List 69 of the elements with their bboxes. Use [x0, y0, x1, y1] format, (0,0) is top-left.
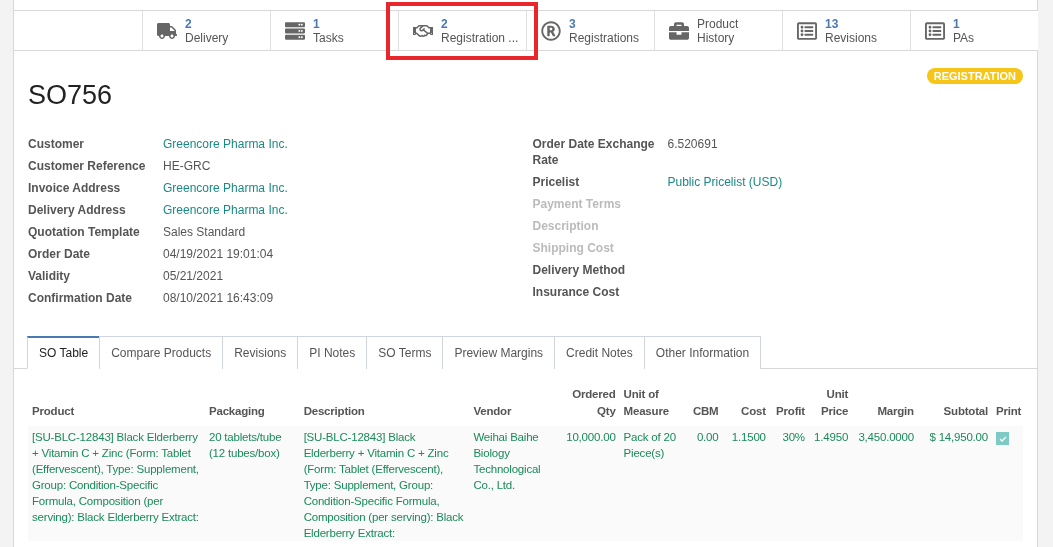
- field-label: Delivery Address: [28, 202, 127, 218]
- check-icon: [998, 434, 1007, 443]
- field-value: HE-GRC: [163, 158, 212, 174]
- tab[interactable]: Credit Notes: [554, 336, 645, 369]
- column-header: CBM: [685, 383, 723, 426]
- column-header: Product: [28, 383, 205, 426]
- field-label: Order Date: [28, 246, 92, 262]
- column-header: Subtotal: [917, 383, 992, 426]
- table-cell: Pack of 20 Piece(s): [619, 426, 686, 541]
- column-header: Cost: [722, 383, 770, 426]
- briefcase-icon: [669, 20, 689, 41]
- field-value: 6.520691: [667, 136, 719, 153]
- column-header: Description: [299, 383, 470, 426]
- table-cell: 0.00: [685, 426, 723, 541]
- field-value: 08/10/2021 16:43:09: [163, 290, 275, 306]
- truck-icon: [157, 20, 177, 41]
- column-header: Unit Price: [808, 383, 853, 426]
- field-label: Validity: [28, 268, 72, 284]
- field-label: Description: [532, 218, 600, 234]
- field-link[interactable]: Public Pricelist (USD): [667, 174, 1023, 190]
- field-value: 05/21/2021: [163, 268, 225, 284]
- registered-icon: [541, 20, 561, 41]
- server-icon: [285, 20, 305, 41]
- table-cell: 10,000.00: [555, 426, 620, 541]
- column-header: Margin: [852, 383, 918, 426]
- field-label: Delivery Method: [532, 262, 627, 278]
- field-label: Customer Reference: [28, 158, 147, 174]
- print-checkbox[interactable]: [996, 432, 1009, 445]
- tab[interactable]: Preview Margins: [442, 336, 556, 369]
- field-value: Sales Standard: [163, 224, 247, 240]
- column-header: Unit of Measure: [619, 383, 686, 426]
- field-label: Customer: [28, 136, 85, 152]
- table-cell: [SU-BLC-12843] Black Elderberry + Vitamin C + Zinc (Form: Tablet (Effervescent), Type: Supplement, Group: Condition-Specific Formula, Composition (per serving): Black Elderberry Extract:: [299, 426, 470, 541]
- tab[interactable]: SO Terms: [366, 336, 444, 369]
- table-cell: $ 14,950.00: [917, 426, 992, 541]
- field-label: Shipping Cost: [532, 240, 615, 256]
- table-cell: 1.1500: [722, 426, 770, 541]
- field-link[interactable]: Greencore Pharma Inc.: [163, 180, 519, 196]
- table-cell: Weihai Baihe Biology Technological Co., Ltd.: [469, 426, 556, 541]
- table-cell: 3,450.0000: [852, 426, 918, 541]
- field-label: Confirmation Date: [28, 290, 133, 306]
- field-label: Quotation Template: [28, 224, 141, 240]
- tab[interactable]: SO Table: [27, 336, 101, 369]
- table-cell: 1.4950: [808, 426, 853, 541]
- column-header: Ordered Qty: [555, 383, 620, 426]
- tab[interactable]: PI Notes: [297, 336, 368, 369]
- smart-button[interactable]: 1 PAs: [910, 11, 1038, 50]
- tab[interactable]: Revisions: [222, 336, 299, 369]
- field-link[interactable]: Greencore Pharma Inc.: [163, 136, 519, 152]
- record-title: SO756: [28, 80, 113, 111]
- field-label: Insurance Cost: [532, 284, 621, 300]
- table-cell: [SU-BLC-12843] Black Elderberry + Vitamin C + Zinc (Form: Tablet (Effervescent), Type: Supplement, Group: Condition-Specific Formula, Composition (per serving): Black Elderberry Extract:: [28, 426, 205, 541]
- field-label: Pricelist: [532, 174, 581, 190]
- tab[interactable]: Compare Products: [99, 336, 224, 369]
- status-badge: REGISTRATION: [926, 68, 1023, 84]
- list-icon: [797, 20, 817, 41]
- field-link[interactable]: Greencore Pharma Inc.: [163, 202, 519, 218]
- list-icon: [925, 20, 945, 41]
- column-header: Profit: [769, 383, 809, 426]
- field-label: Payment Terms: [532, 196, 622, 212]
- field-label: Order Date Exchange Rate: [532, 136, 656, 168]
- field-value: 04/19/2021 19:01:04: [163, 246, 275, 262]
- table-cell: 30%: [769, 426, 809, 541]
- field-label: Invoice Address: [28, 180, 122, 196]
- tab[interactable]: Other Information: [643, 336, 762, 369]
- column-header: Print: [992, 383, 1023, 426]
- table-cell: 20 tablets/tube (12 tubes/box): [204, 426, 300, 541]
- column-header: Packaging: [204, 383, 300, 426]
- column-header: Vendor: [469, 383, 556, 426]
